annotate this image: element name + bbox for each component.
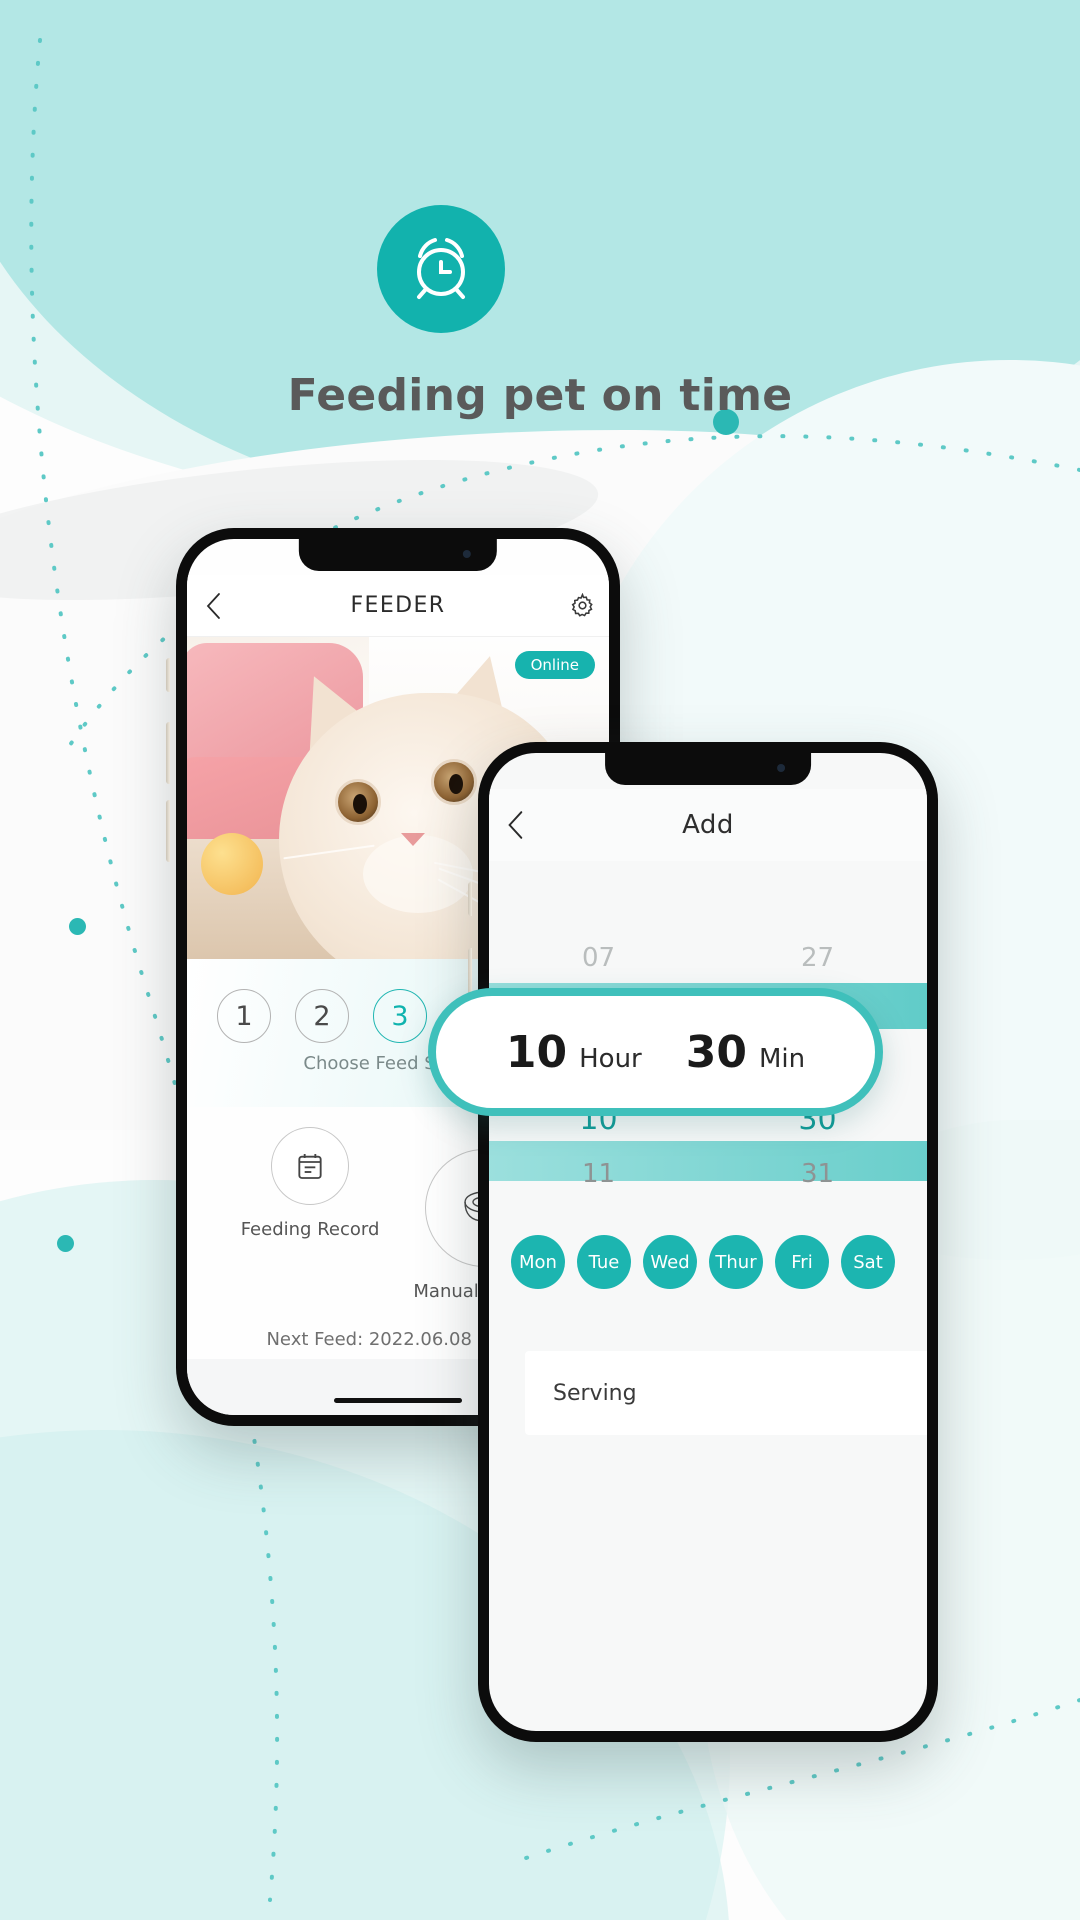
front-camera-icon bbox=[463, 550, 472, 558]
hour-item[interactable]: 11 bbox=[582, 1147, 615, 1201]
cat-eye-right bbox=[431, 759, 477, 805]
add-nav-bar: Add bbox=[489, 789, 927, 861]
phone-side-button-volume-up[interactable] bbox=[166, 722, 170, 784]
phone2-notch bbox=[605, 753, 811, 785]
serving-row[interactable]: Serving bbox=[525, 1351, 927, 1435]
calendar-record-icon bbox=[271, 1127, 350, 1205]
weekday-tue[interactable]: Tue bbox=[577, 1235, 631, 1289]
cat-eye-left bbox=[335, 779, 381, 825]
magnified-hour-unit: Hour bbox=[579, 1043, 642, 1074]
minute-item[interactable]: 32 bbox=[801, 1201, 834, 1213]
back-button[interactable] bbox=[489, 809, 543, 841]
minute-item[interactable]: 31 bbox=[801, 1147, 834, 1201]
serving-options: 1 2 3 bbox=[217, 989, 427, 1043]
weekday-fri[interactable]: Fri bbox=[775, 1235, 829, 1289]
magnified-minute-unit: Min bbox=[758, 1043, 806, 1074]
hour-item[interactable]: 07 bbox=[582, 931, 615, 985]
front-camera-icon bbox=[776, 764, 785, 772]
phone-side-button-volume-down[interactable] bbox=[166, 800, 170, 862]
phone-side-button-silent[interactable] bbox=[166, 658, 170, 692]
home-indicator[interactable] bbox=[334, 1398, 462, 1403]
weekday-selector: Mon Tue Wed Thur Fri Sat bbox=[511, 1235, 927, 1289]
accent-dot-left-lower bbox=[57, 1235, 74, 1252]
magnified-hour: 10 Hour bbox=[506, 1027, 642, 1078]
alarm-clock-icon bbox=[377, 205, 505, 333]
magnified-minute-value: 30 bbox=[685, 1026, 747, 1078]
magnified-hour-value: 10 bbox=[505, 1026, 568, 1078]
photo-ball-toy bbox=[201, 833, 263, 895]
phone-add-schedule-screen: Add 07 08 09 10 11 12 27 28 29 bbox=[468, 735, 945, 1749]
accent-dot-left-upper bbox=[69, 918, 86, 935]
status-badge: Online bbox=[514, 651, 595, 679]
weekday-wed[interactable]: Wed bbox=[643, 1235, 697, 1289]
hour-item[interactable]: 12 bbox=[582, 1201, 615, 1213]
serving-option-2[interactable]: 2 bbox=[295, 989, 349, 1043]
phone2-side-button-silent[interactable] bbox=[468, 882, 472, 916]
cat-nose bbox=[401, 833, 425, 846]
gear-icon[interactable] bbox=[555, 593, 609, 618]
back-button[interactable] bbox=[187, 591, 241, 621]
phone1-notch bbox=[298, 539, 498, 571]
page-title: Feeding pet on time bbox=[287, 370, 793, 421]
promo-banner: Feeding pet on time FEEDER Online 1 2 3 … bbox=[0, 0, 1080, 1920]
feeding-record-label: Feeding Record bbox=[240, 1219, 380, 1240]
serving-option-3[interactable]: 3 bbox=[373, 989, 427, 1043]
weekday-mon[interactable]: Mon bbox=[511, 1235, 565, 1289]
phone2-screen: Add 07 08 09 10 11 12 27 28 29 bbox=[489, 753, 927, 1731]
page-title-add: Add bbox=[682, 810, 734, 840]
serving-option-1[interactable]: 1 bbox=[217, 989, 271, 1043]
weekday-sat[interactable]: Sat bbox=[841, 1235, 895, 1289]
page-title-feeder: FEEDER bbox=[350, 593, 446, 618]
feeder-nav-bar: FEEDER bbox=[187, 575, 609, 637]
weekday-thur[interactable]: Thur bbox=[709, 1235, 763, 1289]
magnified-minute: 30 Min bbox=[686, 1027, 805, 1078]
feeding-record-button[interactable]: Feeding Record bbox=[240, 1127, 380, 1327]
minute-item[interactable]: 27 bbox=[801, 931, 834, 985]
time-magnifier-callout: 10 Hour 30 Min bbox=[428, 988, 883, 1116]
